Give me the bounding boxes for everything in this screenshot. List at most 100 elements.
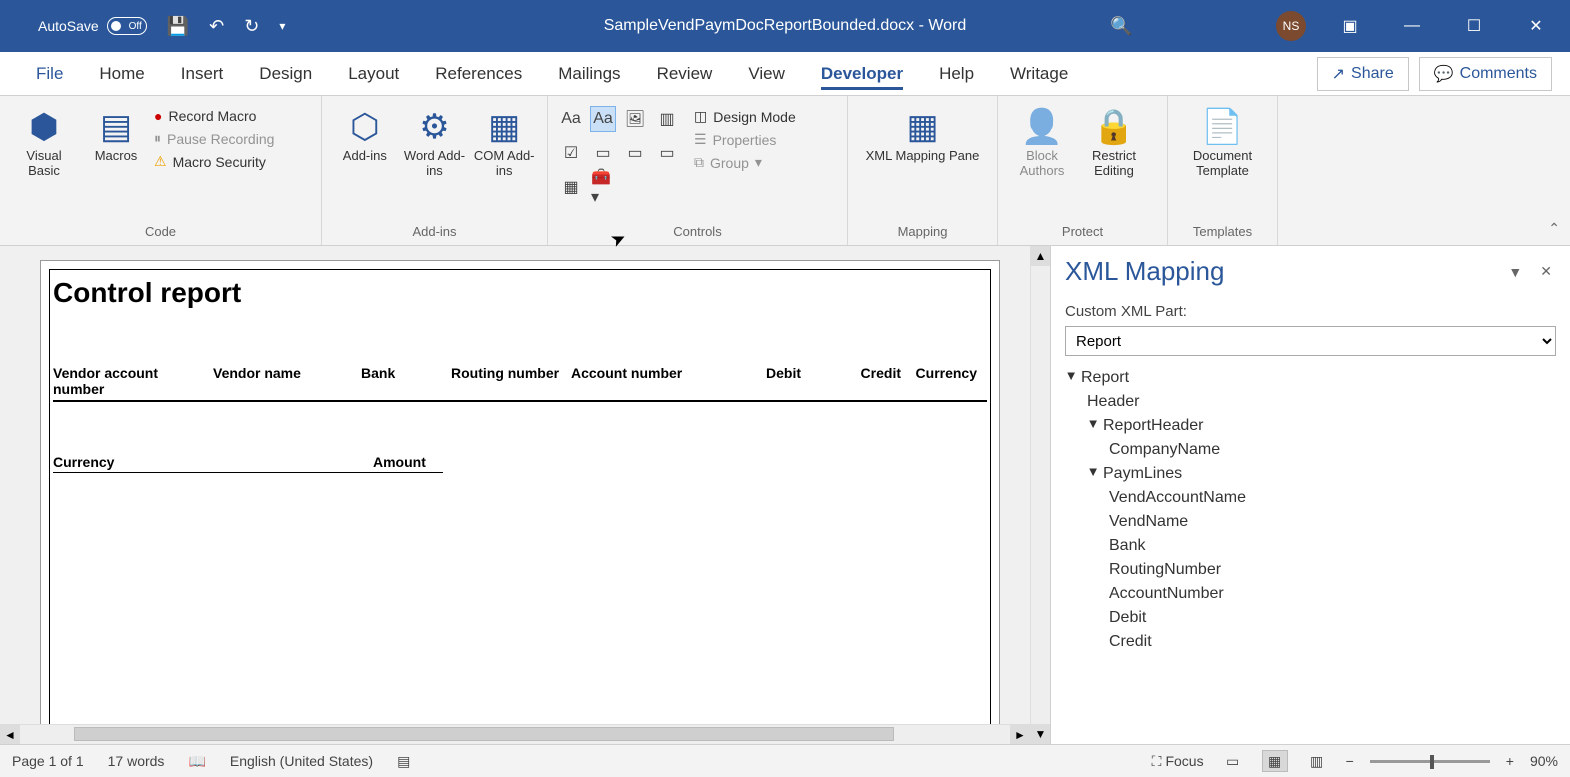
pane-close-icon[interactable]: ✕ — [1536, 259, 1556, 284]
ribbon-display-icon[interactable]: ▣ — [1332, 16, 1368, 36]
tree-node-routing-number[interactable]: RoutingNumber — [1065, 558, 1556, 582]
language-indicator[interactable]: English (United States) — [230, 753, 373, 769]
close-icon[interactable]: ✕ — [1518, 16, 1554, 36]
legacy-tools-icon[interactable]: 🧰▾ — [590, 174, 616, 200]
dropdown-control-icon[interactable]: ▭ — [622, 140, 648, 166]
tab-home[interactable]: Home — [81, 52, 162, 95]
print-layout-icon[interactable]: ▦ — [1262, 750, 1288, 772]
focus-mode-button[interactable]: ⛶Focus — [1152, 753, 1204, 770]
design-mode-button[interactable]: ◫Design Mode — [694, 108, 796, 125]
tree-node-header[interactable]: Header — [1065, 390, 1556, 414]
document-template-button[interactable]: 📄Document Template — [1178, 102, 1267, 182]
macro-security-button[interactable]: ⚠Macro Security — [154, 153, 274, 170]
tree-node-report[interactable]: ▶Report — [1065, 366, 1556, 390]
tree-node-account-number[interactable]: AccountNumber — [1065, 582, 1556, 606]
maximize-icon[interactable]: ☐ — [1456, 16, 1492, 36]
block-authors-button: 👤Block Authors — [1008, 102, 1076, 182]
vscroll-track[interactable] — [1031, 266, 1050, 724]
tab-file[interactable]: File — [18, 52, 81, 95]
tree-node-company-name[interactable]: CompanyName — [1065, 438, 1556, 462]
comment-icon: 💬 — [1434, 64, 1454, 84]
share-button[interactable]: ↗Share — [1317, 57, 1409, 91]
custom-xml-part-select[interactable]: Report — [1065, 326, 1556, 356]
col-bank: Bank — [361, 365, 451, 397]
page-indicator[interactable]: Page 1 of 1 — [12, 753, 84, 769]
record-macro-button[interactable]: ●Record Macro — [154, 108, 274, 124]
group-button: ⧉Group ▾ — [694, 154, 796, 171]
tab-insert[interactable]: Insert — [163, 52, 242, 95]
building-block-control-icon[interactable]: ▥ — [654, 106, 680, 132]
document-pane[interactable]: Control report Vendor account number Ven… — [0, 246, 1030, 744]
tree-node-vend-account-name[interactable]: VendAccountName — [1065, 486, 1556, 510]
word-count[interactable]: 17 words — [108, 753, 165, 769]
tab-help[interactable]: Help — [921, 52, 992, 95]
word-addins-button[interactable]: ⚙Word Add-ins — [402, 102, 468, 182]
macros-button[interactable]: ▤ Macros — [82, 102, 150, 167]
macro-indicator-icon[interactable]: ▤ — [397, 753, 410, 770]
addins-label: Add-ins — [343, 148, 387, 163]
com-addins-button[interactable]: ▦COM Add-ins — [471, 102, 537, 182]
tree-node-report-header[interactable]: ▶ReportHeader — [1065, 414, 1556, 438]
web-layout-icon[interactable]: ▥ — [1304, 750, 1330, 772]
tab-layout[interactable]: Layout — [330, 52, 417, 95]
zoom-value[interactable]: 90% — [1530, 753, 1558, 769]
autosave-toggle[interactable]: Off — [107, 17, 147, 35]
caret-icon: ▶ — [1088, 420, 1099, 432]
hscroll-left-icon[interactable]: ◄ — [0, 725, 20, 744]
save-icon[interactable]: 💾 — [167, 16, 189, 37]
hscroll-right-icon[interactable]: ► — [1010, 725, 1030, 744]
combobox-control-icon[interactable]: ▭ — [590, 140, 616, 166]
user-avatar[interactable]: NS — [1276, 11, 1306, 41]
tab-references[interactable]: References — [417, 52, 540, 95]
comments-button[interactable]: 💬Comments — [1419, 57, 1552, 91]
checkbox-control-icon[interactable]: ☑ — [558, 140, 584, 166]
tab-mailings[interactable]: Mailings — [540, 52, 638, 95]
tab-view[interactable]: View — [730, 52, 803, 95]
rich-text-control-icon[interactable]: Aa — [558, 106, 584, 132]
zoom-in-icon[interactable]: + — [1506, 753, 1514, 769]
pane-title: XML Mapping — [1065, 256, 1224, 287]
quick-access-toolbar: 💾 ↶ ↻ ▾ — [167, 16, 286, 37]
tab-writage[interactable]: Writage — [992, 52, 1086, 95]
horizontal-scrollbar[interactable]: ◄ ► — [0, 724, 1030, 744]
search-icon[interactable]: 🔍 — [1110, 16, 1132, 37]
col-credit: Credit — [811, 365, 911, 397]
zoom-out-icon[interactable]: − — [1346, 753, 1354, 769]
visual-basic-button[interactable]: ⬢ Visual Basic — [10, 102, 78, 182]
collapse-ribbon-icon[interactable]: ⌃ — [1548, 220, 1560, 237]
tree-node-vend-name[interactable]: VendName — [1065, 510, 1556, 534]
document-title: SampleVendPaymDocReportBounded.docx - Wo… — [604, 17, 967, 35]
autosave[interactable]: AutoSave Off — [38, 17, 147, 35]
xml-mapping-pane-button[interactable]: ▦ XML Mapping Pane — [858, 102, 987, 167]
picture-control-icon[interactable]: 🖼 — [622, 106, 648, 132]
node-label: VendAccountName — [1109, 489, 1246, 507]
hscroll-track[interactable] — [20, 725, 1010, 744]
vertical-scrollbar[interactable]: ▲ ▼ — [1030, 246, 1050, 744]
tree-node-paym-lines[interactable]: ▶PaymLines — [1065, 462, 1556, 486]
tab-design[interactable]: Design — [241, 52, 330, 95]
vscroll-up-icon[interactable]: ▲ — [1031, 246, 1050, 266]
restrict-editing-button[interactable]: 🔒Restrict Editing — [1080, 102, 1148, 182]
share-label: Share — [1351, 65, 1394, 83]
minimize-icon[interactable]: — — [1394, 17, 1430, 35]
proofing-icon[interactable]: 📖 — [188, 753, 205, 770]
tab-review[interactable]: Review — [639, 52, 731, 95]
tab-developer[interactable]: Developer — [803, 52, 921, 95]
pane-options-icon[interactable]: ▼ — [1504, 260, 1526, 284]
date-control-icon[interactable]: ▭ — [654, 140, 680, 166]
zoom-slider[interactable] — [1370, 760, 1490, 763]
repeating-control-icon[interactable]: ▦ — [558, 174, 584, 200]
tree-node-debit[interactable]: Debit — [1065, 606, 1556, 630]
redo-icon[interactable]: ↻ — [244, 16, 259, 37]
visual-basic-label: Visual Basic — [12, 148, 76, 178]
tree-node-credit[interactable]: Credit — [1065, 630, 1556, 654]
slider-knob[interactable] — [1430, 755, 1434, 769]
plain-text-control-icon[interactable]: Aa — [590, 106, 616, 132]
vscroll-down-icon[interactable]: ▼ — [1031, 724, 1050, 744]
undo-icon[interactable]: ↶ — [209, 16, 224, 37]
addins-button[interactable]: ⬡Add-ins — [332, 102, 398, 167]
hscroll-thumb[interactable] — [74, 727, 894, 741]
tree-node-bank[interactable]: Bank — [1065, 534, 1556, 558]
qat-customize-icon[interactable]: ▾ — [279, 19, 285, 33]
read-mode-icon[interactable]: ▭ — [1220, 750, 1246, 772]
